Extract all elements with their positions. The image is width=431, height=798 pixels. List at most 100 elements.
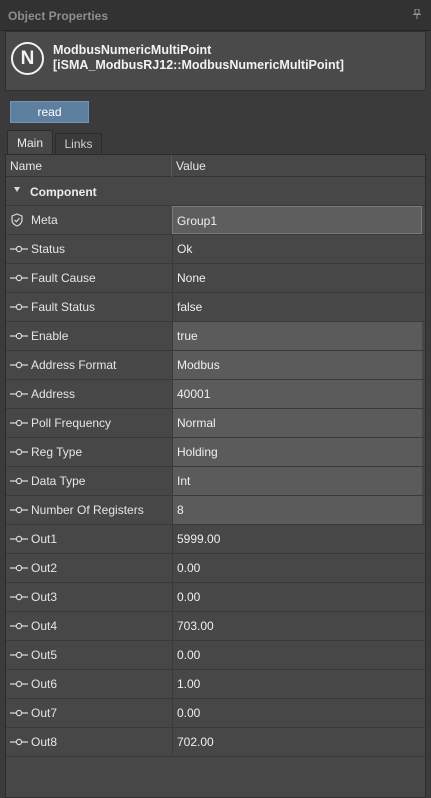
slot-icon: [10, 564, 28, 572]
property-name: Address Format: [31, 358, 117, 372]
property-value: None: [177, 271, 206, 285]
property-value-cell: 0.00: [172, 554, 422, 582]
table-row[interactable]: Fault Status false: [6, 293, 425, 322]
slot-icon: [10, 390, 28, 398]
property-name-cell: Meta: [6, 206, 172, 234]
slot-icon: [10, 622, 28, 630]
tab-links[interactable]: Links: [55, 133, 102, 154]
table-row[interactable]: Meta Group1: [6, 206, 425, 235]
property-name-cell: Fault Cause: [6, 264, 172, 292]
property-name: Out3: [31, 590, 58, 604]
property-value: 40001: [177, 387, 211, 401]
property-name: Out7: [31, 706, 58, 720]
column-name-header[interactable]: Name: [10, 159, 42, 173]
property-name: Out6: [31, 677, 58, 691]
property-name: Number Of Registers: [31, 503, 144, 517]
slot-icon: [10, 680, 28, 688]
property-name-cell: Out5: [6, 641, 172, 669]
table-row[interactable]: Fault Cause None: [6, 264, 425, 293]
table-row[interactable]: Out7 0.00: [6, 699, 425, 728]
property-value-field[interactable]: Normal: [172, 409, 422, 437]
property-value: Group1: [177, 214, 218, 228]
property-value: Normal: [177, 416, 216, 430]
tab-bar: Main Links: [5, 130, 426, 154]
property-value-cell: 703.00: [172, 612, 422, 640]
property-name: Poll Frequency: [31, 416, 112, 430]
table-row[interactable]: Enable true: [6, 322, 425, 351]
property-value-cell: 0.00: [172, 641, 422, 669]
property-name-cell: Number Of Registers: [6, 496, 172, 524]
property-name: Out1: [31, 532, 58, 546]
table-row[interactable]: Data Type Int: [6, 467, 425, 496]
property-value: 703.00: [177, 619, 214, 633]
property-name-cell: Status: [6, 235, 172, 263]
table-row[interactable]: Reg Type Holding: [6, 438, 425, 467]
table-row[interactable]: Poll Frequency Normal: [6, 409, 425, 438]
table-row[interactable]: Out3 0.00: [6, 583, 425, 612]
panel-title: Object Properties: [8, 9, 109, 23]
table-row[interactable]: Out2 0.00: [6, 554, 425, 583]
table-row[interactable]: Out6 1.00: [6, 670, 425, 699]
slot-icon: [10, 419, 28, 427]
property-name: Enable: [31, 329, 69, 343]
table-header: Name Value: [6, 155, 425, 177]
property-name-cell: Out1: [6, 525, 172, 553]
property-value-field[interactable]: Group1: [172, 206, 422, 234]
object-name: ModbusNumericMultiPoint: [53, 43, 212, 57]
property-name-cell: Poll Frequency: [6, 409, 172, 437]
property-name-cell: Out8: [6, 728, 172, 756]
property-name-cell: Out6: [6, 670, 172, 698]
chevron-down-icon[interactable]: [14, 187, 20, 192]
property-value-cell: Ok: [172, 235, 422, 263]
tab-main[interactable]: Main: [7, 130, 53, 154]
table-row[interactable]: Out4 703.00: [6, 612, 425, 641]
property-name: Out8: [31, 735, 58, 749]
property-value: 1.00: [177, 677, 201, 691]
table-row[interactable]: Out5 0.00: [6, 641, 425, 670]
pin-icon[interactable]: [413, 9, 421, 19]
property-value-cell: 702.00: [172, 728, 422, 756]
property-value-cell: 0.00: [172, 699, 422, 727]
property-value-cell: 5999.00: [172, 525, 422, 553]
property-name: Out4: [31, 619, 58, 633]
table-row[interactable]: Address 40001: [6, 380, 425, 409]
properties-table: Name Value Component Meta Group1 Status Ok F…: [5, 154, 426, 798]
property-value: true: [177, 329, 198, 343]
property-value-field[interactable]: Holding: [172, 438, 422, 466]
property-name-cell: Enable: [6, 322, 172, 350]
slot-icon: [10, 535, 28, 543]
table-row[interactable]: Out1 5999.00: [6, 525, 425, 554]
property-value: false: [177, 300, 203, 314]
property-value: Holding: [177, 445, 218, 459]
property-name-cell: Address: [6, 380, 172, 408]
table-row[interactable]: Address Format Modbus: [6, 351, 425, 380]
property-name: Status: [31, 242, 66, 256]
slot-icon: [10, 245, 28, 253]
component-group-row[interactable]: Component: [6, 177, 425, 206]
read-button[interactable]: read: [10, 101, 89, 123]
shield-check-icon: [11, 213, 23, 227]
column-value-header[interactable]: Value: [176, 159, 206, 173]
slot-icon: [10, 738, 28, 746]
property-value: 0.00: [177, 590, 201, 604]
table-row[interactable]: Number Of Registers 8: [6, 496, 425, 525]
property-value-cell: false: [172, 293, 422, 321]
property-value: 5999.00: [177, 532, 221, 546]
property-value-field[interactable]: 40001: [172, 380, 422, 408]
property-value-field[interactable]: Modbus: [172, 351, 422, 379]
table-row[interactable]: Status Ok: [6, 235, 425, 264]
property-name: Fault Cause: [31, 271, 96, 285]
property-name-cell: Out2: [6, 554, 172, 582]
slot-icon: [10, 361, 28, 369]
property-name-cell: Data Type: [6, 467, 172, 495]
property-value-cell: None: [172, 264, 422, 292]
column-divider[interactable]: [171, 155, 172, 177]
slot-icon: [10, 332, 28, 340]
niagara-logo-icon: N: [11, 42, 44, 75]
table-row[interactable]: Out8 702.00: [6, 728, 425, 757]
property-value-field[interactable]: 8: [172, 496, 422, 524]
property-value: Int: [177, 474, 191, 488]
property-value-field[interactable]: true: [172, 322, 422, 350]
property-name-cell: Out7: [6, 699, 172, 727]
property-value-field[interactable]: Int: [172, 467, 422, 495]
